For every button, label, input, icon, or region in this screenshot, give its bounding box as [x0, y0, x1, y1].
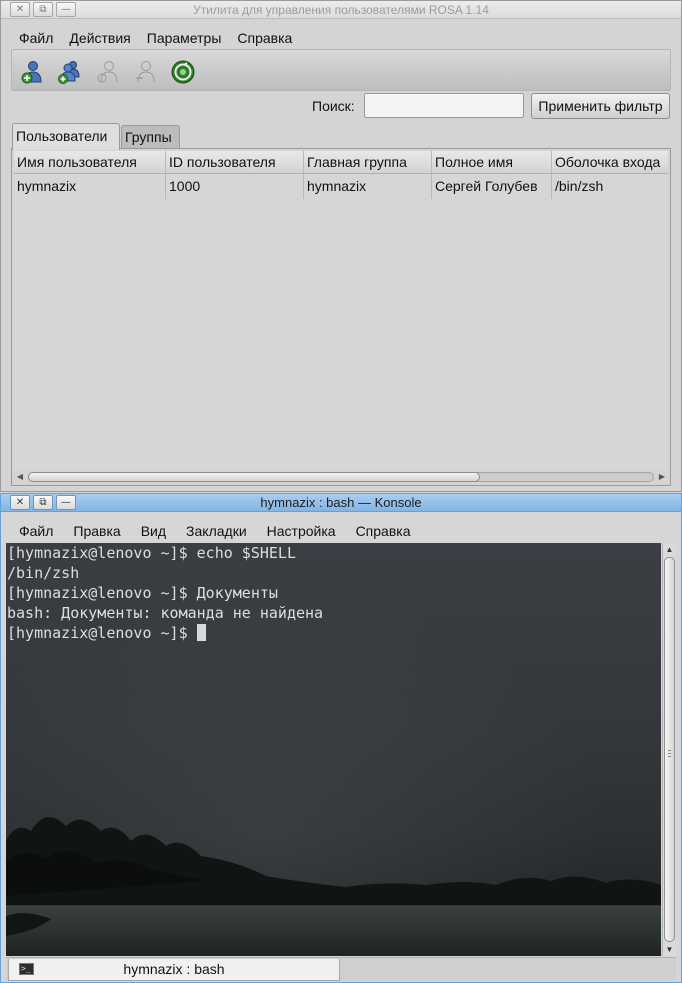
window-title: Утилита для управления пользователями RO…	[193, 2, 489, 17]
table-header: Имя пользователя ID пользователя Главная…	[14, 151, 668, 174]
tab-groups[interactable]: Группы	[121, 125, 180, 149]
terminal-vertical-scrollbar[interactable]: ▲ ▼	[662, 543, 676, 956]
konsole-session-tab[interactable]: >_ hymnazix : bash	[8, 959, 340, 981]
search-label: Поиск:	[312, 98, 355, 114]
edit-properties-button[interactable]	[94, 59, 120, 85]
cell-primary-group: hymnazix	[304, 174, 432, 199]
apply-filter-button[interactable]: Применить фильтр	[531, 93, 670, 119]
konsole-menu-bar: Файл Правка Вид Закладки Настройка Справ…	[9, 520, 420, 542]
column-header-username[interactable]: Имя пользователя	[14, 151, 166, 173]
terminal-scroll-thumb[interactable]	[664, 557, 675, 942]
konsole-menu-settings[interactable]: Настройка	[257, 520, 346, 542]
minimize-button[interactable]: —	[56, 2, 76, 17]
konsole-menu-view[interactable]: Вид	[131, 520, 176, 542]
title-bar[interactable]: ✕ ⧉ — Утилита для управления пользовател…	[1, 1, 681, 19]
column-header-user-id[interactable]: ID пользователя	[166, 151, 304, 173]
menu-parameters[interactable]: Параметры	[139, 27, 230, 49]
tab-users[interactable]: Пользователи	[12, 123, 120, 150]
delete-icon	[136, 61, 155, 83]
restore-button[interactable]: ⧉	[33, 2, 53, 17]
terminal-line: [hymnazix@lenovo ~]$ Документы	[7, 584, 278, 602]
scroll-thumb[interactable]	[28, 472, 480, 482]
cell-username: hymnazix	[14, 174, 166, 199]
add-group-icon	[58, 61, 80, 84]
menu-bar: Файл Действия Параметры Справка	[11, 27, 300, 49]
users-tab-panel: Имя пользователя ID пользователя Главная…	[11, 148, 671, 486]
terminal-line: [hymnazix@lenovo ~]$ echo $SHELL	[7, 544, 296, 562]
scroll-right-icon[interactable]: ▶	[656, 471, 668, 483]
add-user-icon	[21, 61, 42, 84]
close-button[interactable]: ✕	[10, 2, 30, 17]
terminal-area[interactable]: [hymnazix@lenovo ~]$ echo $SHELL /bin/zs…	[6, 543, 661, 956]
search-input[interactable]	[364, 93, 524, 118]
menu-actions[interactable]: Действия	[61, 27, 138, 49]
konsole-menu-file[interactable]: Файл	[9, 520, 63, 542]
terminal-line: bash: Документы: команда не найдена	[7, 604, 324, 622]
konsole-window: ✕ ⧉ — hymnazix : bash — Konsole Файл Пра…	[0, 493, 682, 983]
cell-full-name: Сергей Голубев	[432, 174, 552, 199]
konsole-title-bar[interactable]: ✕ ⧉ — hymnazix : bash — Konsole	[1, 494, 681, 512]
refresh-button[interactable]	[170, 59, 196, 85]
menu-file[interactable]: Файл	[11, 27, 61, 49]
scroll-down-icon[interactable]: ▼	[663, 943, 676, 956]
cell-login-shell: /bin/zsh	[555, 178, 604, 194]
konsole-minimize-button[interactable]: —	[56, 495, 76, 510]
konsole-menu-help[interactable]: Справка	[346, 520, 421, 542]
scroll-up-icon[interactable]: ▲	[663, 543, 676, 556]
scroll-left-icon[interactable]: ◀	[14, 471, 26, 483]
terminal-prompt-line[interactable]: [hymnazix@lenovo ~]$	[6, 623, 323, 643]
column-header-login-shell[interactable]: Оболочка входа	[552, 151, 668, 173]
horizontal-scrollbar[interactable]: ◀ ▶	[14, 471, 668, 483]
landscape-background-image	[6, 817, 661, 956]
add-group-button[interactable]	[56, 59, 82, 85]
konsole-restore-button[interactable]: ⧉	[33, 495, 53, 510]
delete-button[interactable]	[132, 59, 158, 85]
menu-help[interactable]: Справка	[229, 27, 300, 49]
table-row[interactable]: hymnazix 1000 hymnazix Сергей Голубев /b…	[14, 174, 668, 199]
konsole-tab-bar: >_ hymnazix : bash	[6, 957, 676, 981]
konsole-menu-bookmarks[interactable]: Закладки	[176, 520, 257, 542]
toolbar	[11, 49, 671, 91]
terminal-cursor	[196, 624, 206, 641]
terminal-prompt: [hymnazix@lenovo ~]$	[7, 624, 197, 642]
session-tab-label: hymnazix : bash	[123, 961, 225, 977]
column-header-primary-group[interactable]: Главная группа	[304, 151, 432, 173]
konsole-window-title: hymnazix : bash — Konsole	[260, 495, 422, 510]
terminal-line: /bin/zsh	[7, 564, 80, 582]
column-header-full-name[interactable]: Полное имя	[432, 151, 552, 173]
konsole-menu-edit[interactable]: Правка	[63, 520, 130, 542]
edit-properties-icon	[97, 61, 118, 83]
users-table: Имя пользователя ID пользователя Главная…	[14, 151, 668, 469]
konsole-close-button[interactable]: ✕	[10, 495, 30, 510]
refresh-icon	[171, 60, 195, 84]
cell-user-id: 1000	[166, 174, 304, 199]
add-user-button[interactable]	[19, 59, 45, 85]
terminal-output: [hymnazix@lenovo ~]$ echo $SHELL /bin/zs…	[6, 543, 323, 643]
user-manager-window: ✕ ⧉ — Утилита для управления пользовател…	[0, 0, 682, 492]
